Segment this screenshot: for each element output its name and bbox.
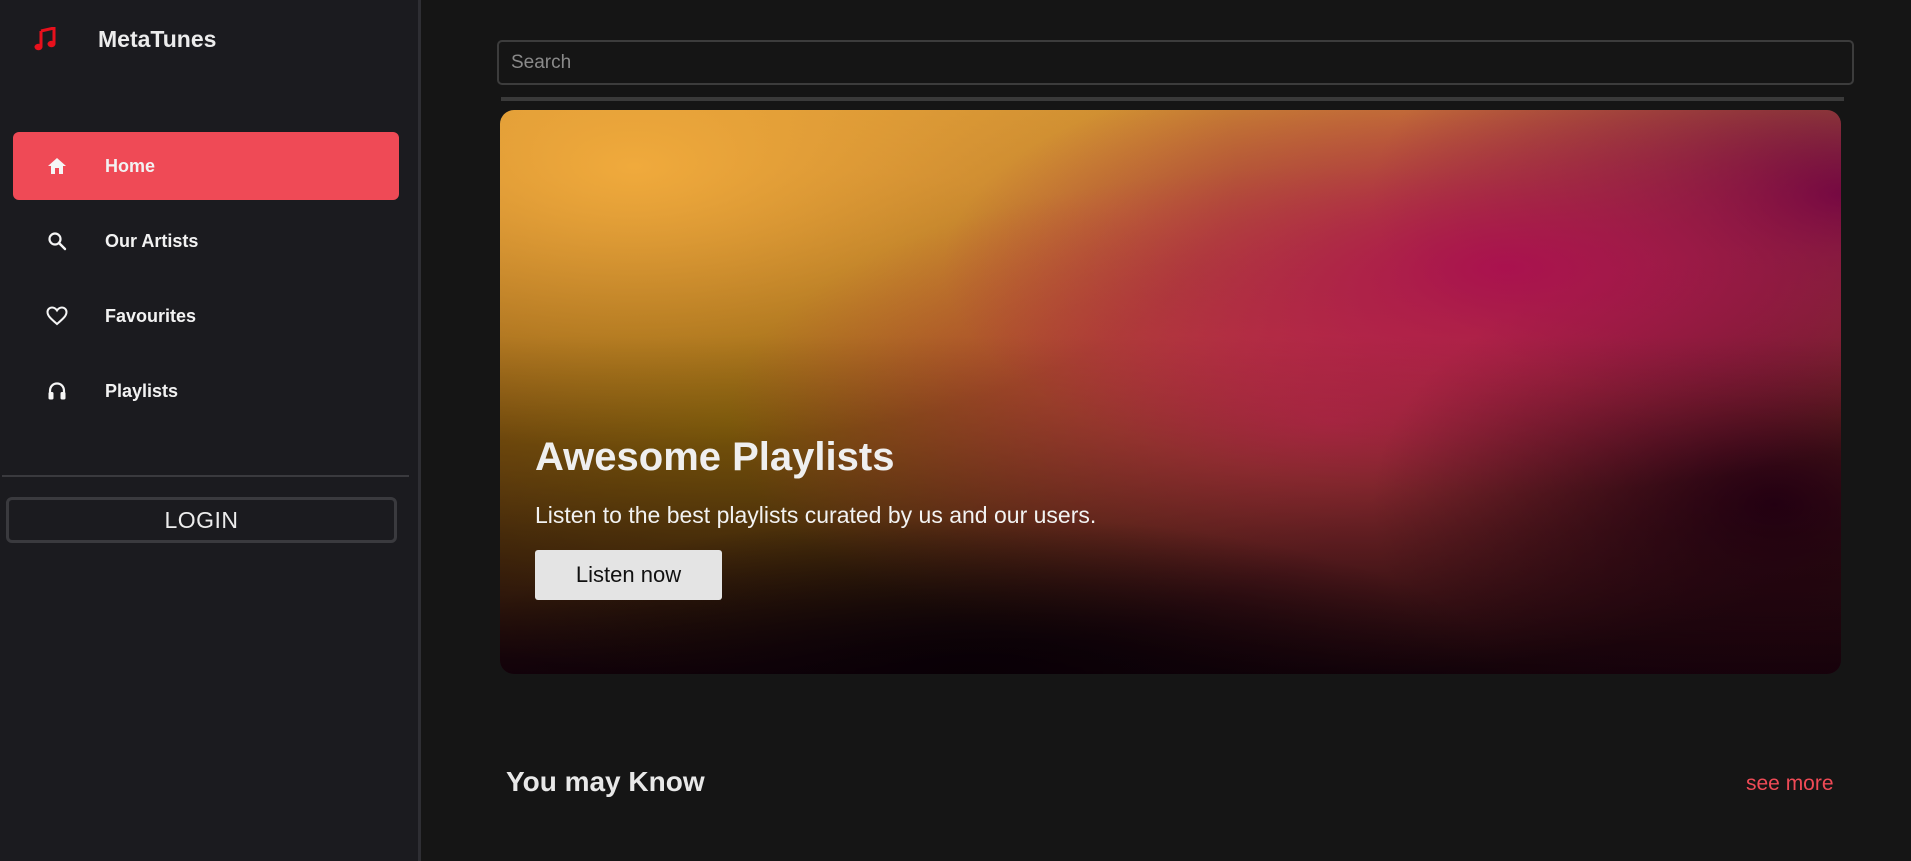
hero-subtitle: Listen to the best playlists curated by … — [535, 502, 1097, 528]
sidebar-item-playlists[interactable]: Playlists — [13, 357, 399, 425]
app-title: MetaTunes — [98, 25, 217, 52]
login-button[interactable]: LOGIN — [6, 497, 397, 543]
search-input[interactable] — [497, 40, 1854, 85]
listen-now-button[interactable]: Listen now — [535, 550, 722, 600]
search-divider — [501, 97, 1844, 101]
music-note-icon — [32, 24, 58, 54]
app-root: MetaTunes Home Our Artists Favourites Pl… — [0, 0, 1911, 861]
sidebar-item-home[interactable]: Home — [13, 132, 399, 200]
hero-banner: Awesome Playlists Listen to the best pla… — [500, 110, 1841, 674]
sidebar-item-our-artists[interactable]: Our Artists — [13, 207, 399, 275]
search-icon — [42, 226, 72, 256]
sidebar-divider — [2, 475, 409, 477]
sidebar-item-label: Playlists — [105, 380, 179, 401]
hero-title: Awesome Playlists — [535, 435, 895, 479]
brand[interactable]: MetaTunes — [32, 24, 216, 54]
sidebar-item-favourites[interactable]: Favourites — [13, 282, 399, 350]
sidebar-item-label: Favourites — [105, 305, 197, 326]
home-icon — [42, 151, 72, 181]
heart-icon — [42, 301, 72, 331]
sidebar: MetaTunes Home Our Artists Favourites Pl… — [0, 0, 421, 861]
sidebar-item-label: Home — [105, 155, 156, 176]
sidebar-nav: Home Our Artists Favourites Playlists — [13, 132, 399, 432]
section-title: You may Know — [506, 766, 705, 797]
headphones-icon — [42, 376, 72, 406]
sidebar-item-label: Our Artists — [105, 230, 199, 251]
see-more-link[interactable]: see more — [1746, 772, 1834, 796]
